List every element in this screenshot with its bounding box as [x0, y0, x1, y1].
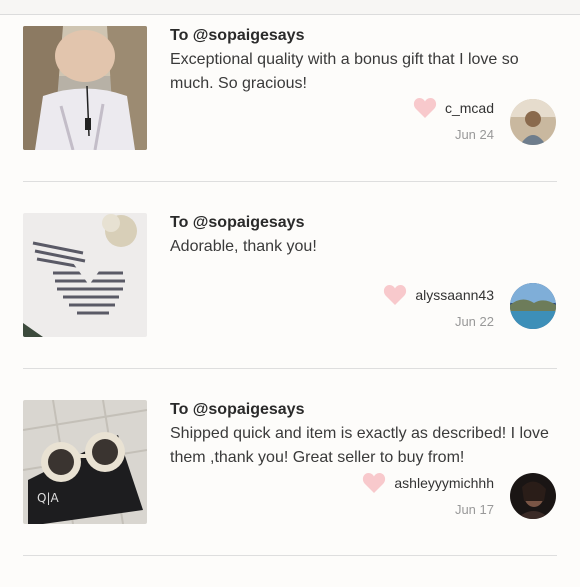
review-message: Exceptional quality with a bonus gift th…: [170, 51, 519, 92]
reviewer-avatar[interactable]: [510, 99, 556, 145]
listing-photo[interactable]: Q|A: [23, 400, 147, 524]
reviewer-username[interactable]: c_mcad: [445, 100, 494, 116]
review-message: Shipped quick and item is exactly as des…: [170, 425, 549, 466]
review-item: To @sopaigesays Adorable, thank you! aly…: [0, 213, 580, 400]
heart-icon[interactable]: [413, 97, 437, 119]
reviewer-avatar[interactable]: [510, 283, 556, 329]
review-item: Q|A To @sopaigesays Shipped quick and it…: [0, 400, 580, 587]
reviewer-avatar[interactable]: [510, 473, 556, 519]
svg-text:Q|A: Q|A: [37, 491, 59, 505]
heart-icon[interactable]: [383, 284, 407, 306]
top-bar: [0, 0, 580, 15]
review-date: Jun 22: [454, 314, 494, 329]
review-date: Jun 24: [454, 127, 494, 142]
review-meta: c_mcad Jun 24: [413, 97, 494, 142]
review-date: Jun 17: [454, 502, 494, 517]
review-meta: ashleyyymichhh Jun 17: [362, 472, 494, 517]
reviewer-username[interactable]: alyssaann43: [415, 287, 494, 303]
review-meta: alyssaann43 Jun 22: [383, 284, 494, 329]
review-message: Adorable, thank you!: [170, 238, 317, 255]
review-recipient[interactable]: To @sopaigesays: [170, 214, 304, 232]
review-recipient[interactable]: To @sopaigesays: [170, 401, 304, 419]
divider: [23, 368, 557, 369]
listing-photo[interactable]: [23, 26, 147, 150]
heart-icon[interactable]: [362, 472, 386, 494]
reviewer-username[interactable]: ashleyyymichhh: [394, 475, 494, 491]
divider: [23, 555, 557, 556]
review-recipient[interactable]: To @sopaigesays: [170, 27, 304, 45]
divider: [23, 181, 557, 182]
listing-photo[interactable]: [23, 213, 147, 337]
review-item: To @sopaigesays Exceptional quality with…: [0, 26, 580, 213]
